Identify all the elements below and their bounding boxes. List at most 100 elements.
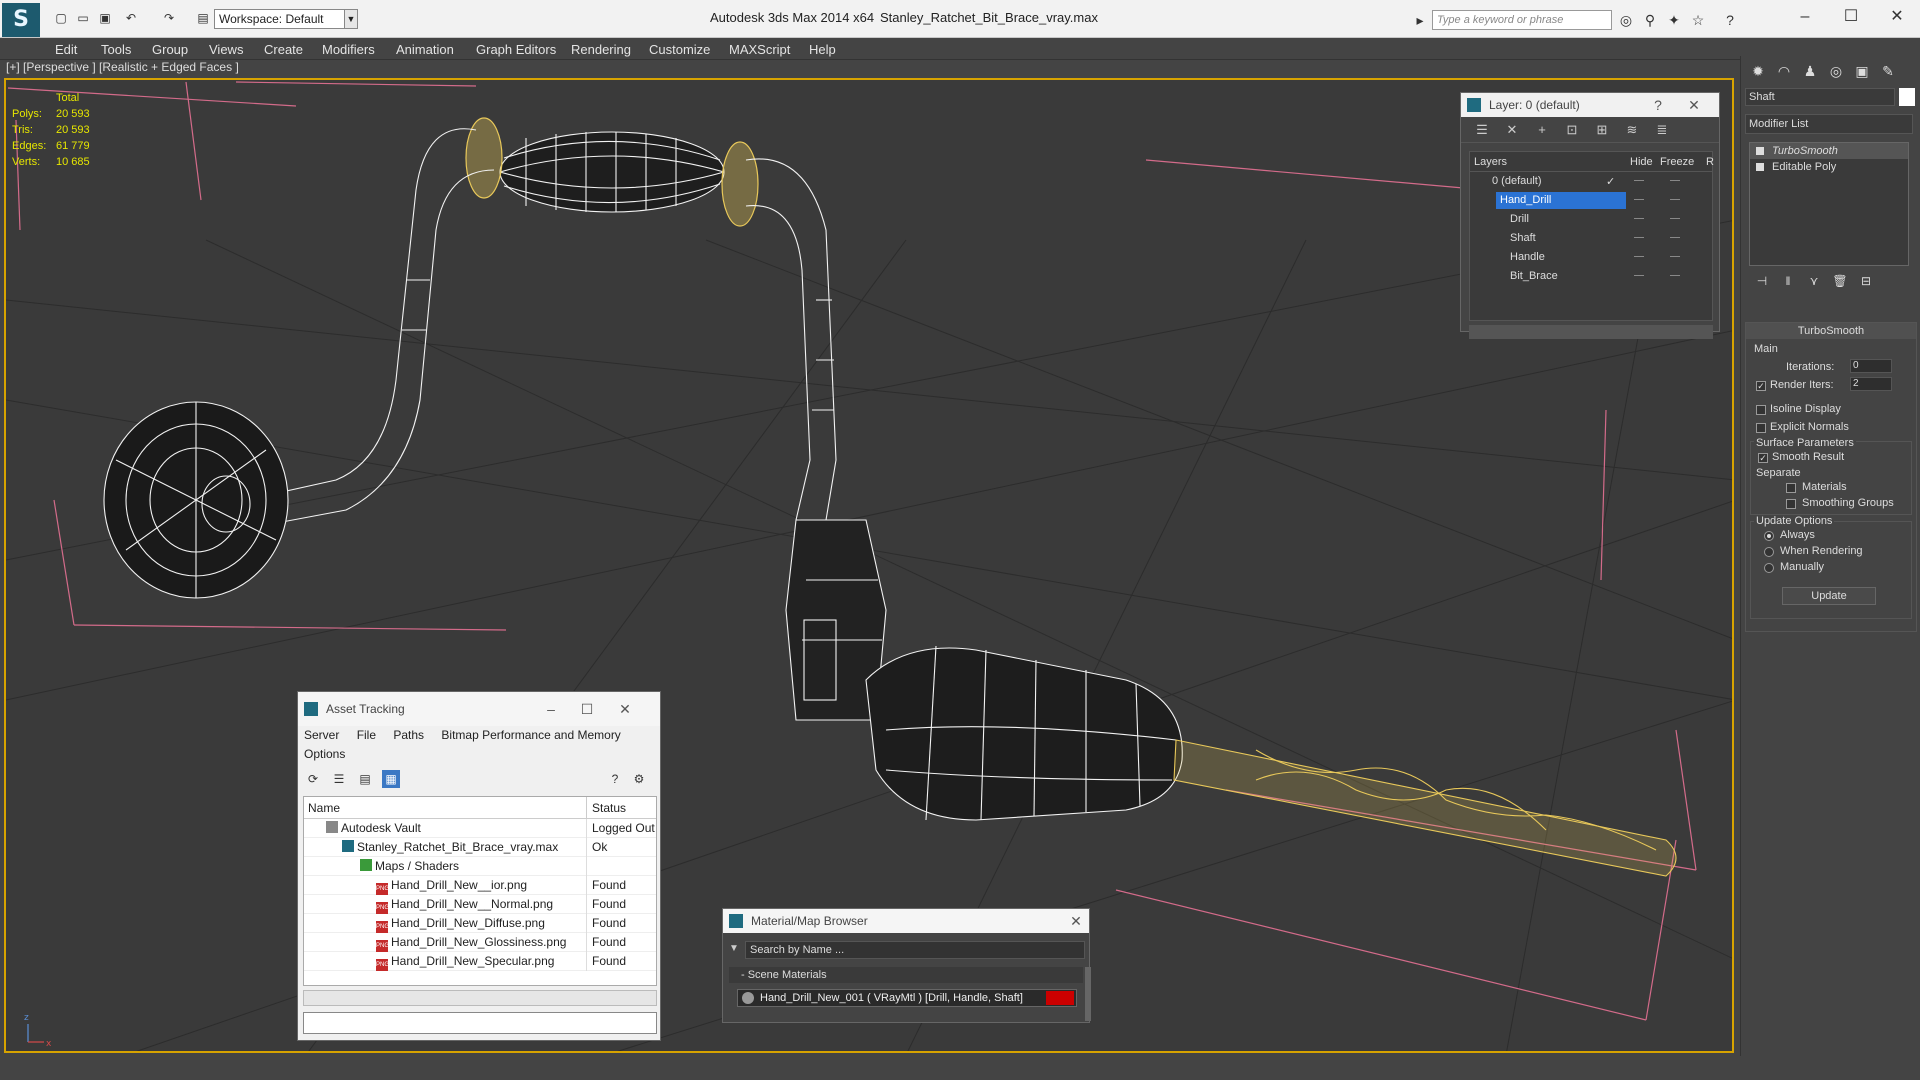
layer-row-selected[interactable]: Hand_Drill	[1470, 191, 1712, 210]
material-search-input[interactable]: Search by Name ...	[745, 941, 1085, 959]
asset-tracking-titlebar[interactable]: Asset Tracking – ☐ ✕	[298, 692, 660, 726]
asset-path-field[interactable]	[303, 1012, 657, 1034]
remove-modifier-icon[interactable]: 🗑	[1831, 272, 1849, 290]
close-icon[interactable]: ✕	[1882, 6, 1912, 28]
app-logo-icon[interactable]: S	[2, 3, 40, 37]
table-row[interactable]: Autodesk Vault Logged Out	[304, 819, 656, 838]
highlight-layer-icon[interactable]: ⊞	[1593, 121, 1611, 139]
menu-paths[interactable]: Paths	[393, 728, 424, 742]
bulb-icon[interactable]	[1756, 147, 1764, 155]
isoline-display-checkbox[interactable]	[1756, 405, 1766, 415]
help-icon[interactable]: ?	[606, 770, 624, 788]
column-freeze[interactable]: Freeze	[1660, 156, 1694, 168]
help-icon[interactable]: ?	[1645, 93, 1671, 117]
create-layer-icon[interactable]: ☰	[1473, 121, 1491, 139]
maximize-icon[interactable]: ☐	[574, 697, 600, 721]
manually-radio[interactable]	[1764, 563, 1774, 573]
table-row[interactable]: PNG Hand_Drill_New_Diffuse.png Found	[304, 914, 656, 933]
asset-horizontal-scrollbar[interactable]	[303, 990, 657, 1006]
table-row[interactable]: PNG Hand_Drill_New_Specular.png Found	[304, 952, 656, 971]
always-radio[interactable]	[1764, 531, 1774, 541]
make-unique-icon[interactable]: ⋎	[1805, 272, 1823, 290]
menu-edit[interactable]: Edit	[55, 42, 77, 57]
object-color-swatch[interactable]	[1899, 88, 1915, 106]
menu-group[interactable]: Group	[152, 42, 188, 57]
table-view-icon[interactable]: ▦	[382, 770, 400, 788]
smoothing-groups-checkbox[interactable]	[1786, 499, 1796, 509]
menu-rendering[interactable]: Rendering	[571, 42, 631, 57]
close-icon[interactable]: ✕	[612, 697, 638, 721]
table-row[interactable]: PNG Hand_Drill_New_Glossiness.png Found	[304, 933, 656, 952]
hide-all-icon[interactable]: ≋	[1623, 121, 1641, 139]
menu-maxscript[interactable]: MAXScript	[729, 42, 790, 57]
display-tab-icon[interactable]: ▣	[1851, 60, 1873, 82]
layer-panel-titlebar[interactable]: Layer: 0 (default) ? ✕	[1461, 93, 1719, 117]
show-end-result-icon[interactable]: ‖	[1779, 272, 1797, 290]
keyword-search-input[interactable]: Type a keyword or phrase	[1432, 10, 1612, 30]
select-objects-icon[interactable]: ⊡	[1563, 121, 1581, 139]
column-layers[interactable]: Layers	[1474, 156, 1507, 168]
close-icon[interactable]: ✕	[1063, 909, 1089, 933]
workspace-arrow-icon[interactable]: ▼	[344, 9, 358, 29]
communication-icon[interactable]: ✦	[1664, 11, 1684, 29]
binoculars-icon[interactable]: ◎	[1616, 11, 1636, 29]
menu-server[interactable]: Server	[304, 728, 339, 742]
column-render[interactable]: R	[1706, 156, 1714, 168]
modify-tab-icon[interactable]: ◠	[1773, 60, 1795, 82]
settings-icon[interactable]: ⚙	[630, 770, 648, 788]
menu-animation[interactable]: Animation	[396, 42, 454, 57]
maximize-icon[interactable]: ☐	[1836, 6, 1866, 28]
material-item[interactable]: Hand_Drill_New_001 ( VRayMtl ) [Drill, H…	[737, 989, 1077, 1007]
save-icon[interactable]: ▣	[96, 10, 114, 26]
smooth-result-checkbox[interactable]: ✓	[1758, 453, 1768, 463]
utilities-tab-icon[interactable]: ✎	[1877, 60, 1899, 82]
minimize-icon[interactable]: –	[538, 697, 564, 721]
list-view-icon[interactable]: ☰	[330, 770, 348, 788]
column-name[interactable]: Name	[308, 801, 340, 815]
open-file-icon[interactable]: ▭	[74, 10, 92, 26]
menu-file[interactable]: File	[357, 728, 376, 742]
help-icon[interactable]: ?	[1720, 11, 1740, 29]
table-row[interactable]: PNG Hand_Drill_New__Normal.png Found	[304, 895, 656, 914]
table-row[interactable]: Maps / Shaders	[304, 857, 656, 876]
new-file-icon[interactable]: ▢	[52, 10, 70, 26]
turbosmooth-rollout-header[interactable]: TurboSmooth	[1746, 323, 1916, 339]
subscription-icon[interactable]: ⚲	[1640, 11, 1660, 29]
stack-item-turbosmooth[interactable]: TurboSmooth	[1750, 143, 1908, 159]
iterations-spinner[interactable]: 0	[1850, 359, 1892, 373]
menu-modifiers[interactable]: Modifiers	[322, 42, 375, 57]
render-iters-checkbox[interactable]: ✓	[1756, 381, 1766, 391]
layer-row[interactable]: Drill	[1470, 210, 1712, 229]
menu-create[interactable]: Create	[264, 42, 303, 57]
layer-row[interactable]: Bit_Brace	[1470, 267, 1712, 286]
detail-view-icon[interactable]: ▤	[356, 770, 374, 788]
menu-customize[interactable]: Customize	[649, 42, 710, 57]
menu-bitmap-performance[interactable]: Bitmap Performance and Memory	[441, 728, 620, 742]
render-iters-spinner[interactable]: 2	[1850, 377, 1892, 391]
material-vertical-scrollbar[interactable]	[1085, 967, 1091, 1021]
layer-row[interactable]: Handle	[1470, 248, 1712, 267]
delete-layer-icon[interactable]: ✕	[1503, 121, 1521, 139]
refresh-icon[interactable]: ⟳	[304, 770, 322, 788]
workspace-dropdown[interactable]: Workspace: Default	[214, 9, 354, 29]
material-browser-titlebar[interactable]: Material/Map Browser ✕	[723, 909, 1089, 933]
column-status[interactable]: Status	[592, 801, 626, 815]
minimize-icon[interactable]: –	[1790, 6, 1820, 28]
menu-graph-editors[interactable]: Graph Editors	[476, 42, 556, 57]
menu-options[interactable]: Options	[304, 747, 345, 761]
layer-horizontal-scrollbar[interactable]	[1469, 325, 1713, 339]
pin-stack-icon[interactable]: ⊣	[1753, 272, 1771, 290]
update-button[interactable]: Update	[1782, 587, 1876, 605]
create-tab-icon[interactable]: ✹	[1747, 60, 1769, 82]
favorites-star-icon[interactable]: ☆	[1688, 11, 1708, 29]
close-icon[interactable]: ✕	[1681, 93, 1707, 117]
hierarchy-tab-icon[interactable]: ♟	[1799, 60, 1821, 82]
object-name-field[interactable]: Shaft	[1745, 88, 1895, 106]
table-row[interactable]: PNG Hand_Drill_New__ior.png Found	[304, 876, 656, 895]
explicit-normals-checkbox[interactable]	[1756, 423, 1766, 433]
menu-views[interactable]: Views	[209, 42, 243, 57]
menu-tools[interactable]: Tools	[101, 42, 131, 57]
viewport-label[interactable]: [+] [Perspective ] [Realistic + Edged Fa…	[6, 60, 239, 74]
motion-tab-icon[interactable]: ◎	[1825, 60, 1847, 82]
undo-icon[interactable]: ↶	[122, 10, 140, 26]
